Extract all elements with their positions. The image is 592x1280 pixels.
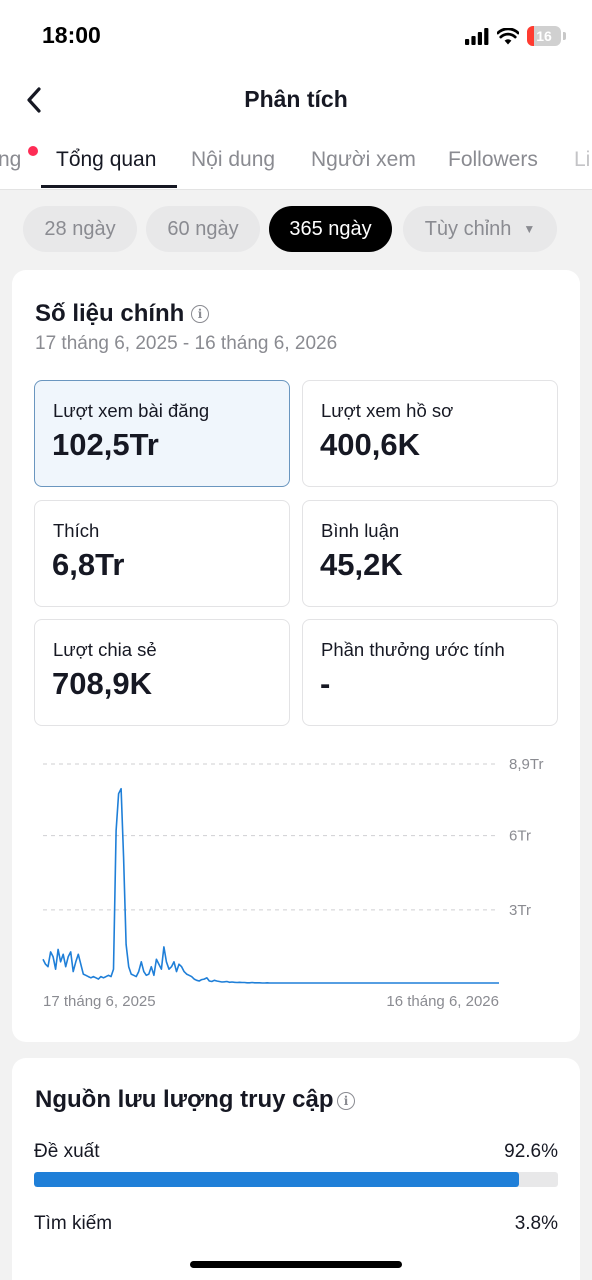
- chip-label: 60 ngày: [167, 217, 239, 240]
- status-time: 18:00: [42, 22, 101, 48]
- traffic-sources-card: Nguồn lưu lượng truy cập i Đề xuất 92.6%…: [12, 1058, 580, 1280]
- metric-profile-views[interactable]: Lượt xem hồ sơ 400,6K: [302, 380, 558, 487]
- metric-value: 102,5Tr: [52, 427, 159, 462]
- chip-365-days[interactable]: 365 ngày: [269, 206, 392, 252]
- source-label: Tìm kiếm: [34, 1213, 113, 1234]
- date-range: 17 tháng 6, 2025 - 16 tháng 6, 2026: [35, 333, 338, 354]
- metric-likes[interactable]: Thích 6,8Tr: [34, 500, 290, 607]
- metric-value: 708,9K: [52, 666, 152, 701]
- battery-text: 16: [536, 28, 552, 44]
- chip-60-days[interactable]: 60 ngày: [146, 206, 260, 252]
- source-bar-track: [34, 1172, 558, 1187]
- chip-label: 365 ngày: [289, 217, 372, 240]
- chart-series-line: [42, 787, 499, 984]
- y-tick-label: 3Tr: [509, 902, 531, 919]
- nav-header: Phân tích: [0, 70, 592, 130]
- home-indicator: [190, 1261, 402, 1268]
- tab-overview[interactable]: Tổng quan: [56, 148, 156, 172]
- page-title: Phân tích: [244, 86, 348, 112]
- traffic-sources-title: Nguồn lưu lượng truy cập: [35, 1086, 334, 1113]
- source-label: Đề xuất: [34, 1141, 100, 1162]
- y-tick-label: 8,9Tr: [509, 756, 543, 773]
- info-icon[interactable]: i: [337, 1092, 355, 1110]
- caret-down-icon: ▼: [523, 222, 536, 236]
- metric-value: 400,6K: [320, 427, 420, 462]
- tab-followers[interactable]: Followers: [448, 148, 538, 172]
- source-row-recommended: Đề xuất 92.6%: [34, 1141, 558, 1163]
- chip-28-days[interactable]: 28 ngày: [23, 206, 137, 252]
- metric-value: 45,2K: [320, 547, 403, 582]
- metric-estimated-rewards[interactable]: Phần thưởng ước tính -: [302, 619, 558, 726]
- battery-icon: 16: [527, 26, 561, 46]
- tab-viewers[interactable]: Người xem: [311, 148, 416, 172]
- status-bar: 18:00 16: [0, 0, 592, 70]
- metric-value: 6,8Tr: [52, 547, 125, 582]
- source-bar-fill: [34, 1172, 520, 1187]
- metric-label: Lượt xem bài đăng: [53, 400, 210, 421]
- x-tick-label: 17 tháng 6, 2025: [43, 993, 156, 1010]
- chip-custom-dropdown[interactable]: Tùy chỉnh ▼: [403, 206, 557, 252]
- x-tick-label: 16 tháng 6, 2026: [386, 993, 499, 1010]
- wifi-icon: [497, 27, 519, 44]
- metric-comments[interactable]: Bình luận 45,2K: [302, 500, 558, 607]
- metric-label: Bình luận: [321, 520, 400, 541]
- battery-level: [527, 26, 534, 46]
- battery-cap: [563, 32, 566, 40]
- tab-partial-right[interactable]: Li: [574, 148, 590, 172]
- key-metrics-card: Số liệu chính i 17 tháng 6, 2025 - 16 th…: [12, 270, 580, 1042]
- chip-label: Tùy chỉnh: [424, 217, 512, 240]
- period-selector: 28 ngày 60 ngày 365 ngày Tùy chỉnh ▼: [0, 190, 592, 268]
- signal-icon: [465, 27, 489, 45]
- tab-partial-left[interactable]: ng: [0, 148, 21, 172]
- tab-active-indicator: [41, 185, 177, 188]
- metric-label: Lượt xem hồ sơ: [321, 400, 454, 421]
- key-metrics-title: Số liệu chính: [35, 300, 185, 327]
- y-tick-label: 6Tr: [509, 828, 531, 845]
- metric-post-views[interactable]: Lượt xem bài đăng 102,5Tr: [34, 380, 290, 487]
- tabs-bar: ng Tổng quan Nội dung Người xem Follower…: [0, 130, 592, 190]
- chip-label: 28 ngày: [44, 217, 116, 240]
- views-line-chart: 8,9Tr 6Tr 3Tr 17 tháng 6, 2025 16 tháng 6, 2…: [42, 756, 543, 1010]
- notification-dot: [28, 146, 38, 156]
- tab-content[interactable]: Nội dung: [191, 148, 275, 172]
- metric-value: -: [320, 666, 331, 701]
- metric-label: Thích: [53, 520, 100, 541]
- source-value: 3.8%: [514, 1213, 558, 1234]
- metric-label: Phần thưởng ước tính: [321, 639, 505, 660]
- info-icon[interactable]: i: [191, 305, 209, 323]
- status-icons: 16: [465, 24, 566, 48]
- metric-shares[interactable]: Lượt chia sẻ 708,9K: [34, 619, 290, 726]
- metric-label: Lượt chia sẻ: [53, 639, 157, 660]
- source-value: 92.6%: [504, 1141, 558, 1162]
- source-row-search: Tìm kiếm 3.8%: [34, 1213, 558, 1235]
